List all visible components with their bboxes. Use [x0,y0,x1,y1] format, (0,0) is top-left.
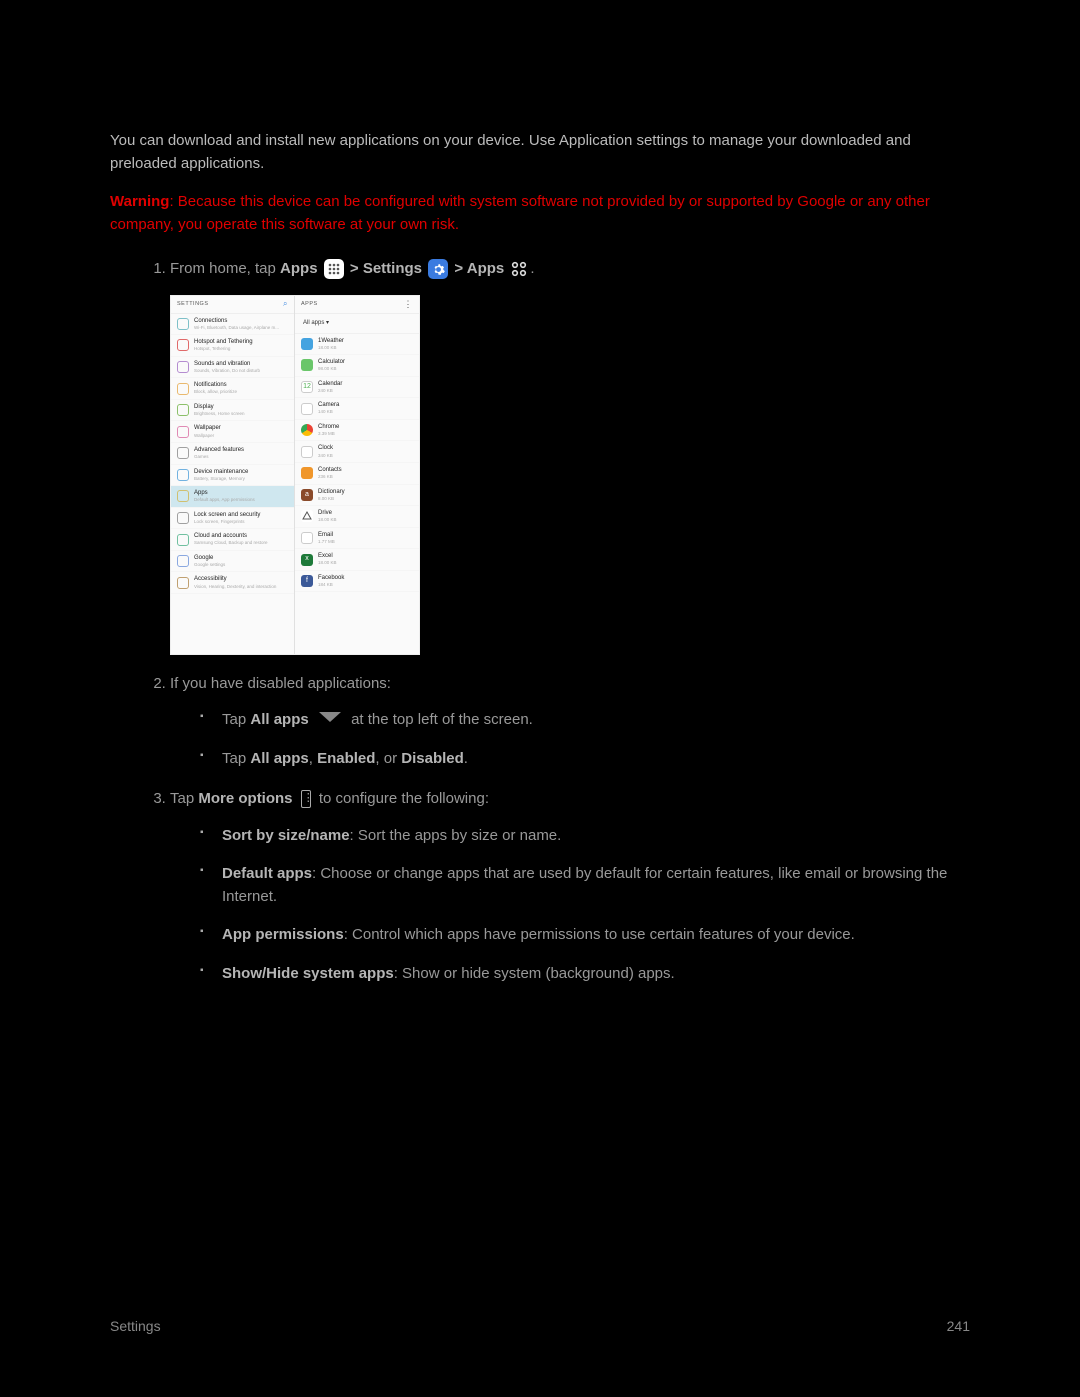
step-2b: Tap All apps, Enabled, or Disabled. [206,748,970,771]
step-3-item: Show/Hide system apps: Show or hide syst… [206,963,970,986]
app-row: 1Weather18.00 KB [295,334,419,356]
settings-gear-icon [428,259,448,279]
step-2: If you have disabled applications: Tap A… [170,673,970,771]
app-row: Clock340 KB [295,441,419,463]
settings-row: GoogleGoogle settings [171,551,294,573]
footer-page: 241 [947,1316,970,1337]
settings-row: WallpaperWallpaper [171,421,294,443]
apps-grid-icon [324,259,344,279]
warning-paragraph: Warning: Because this device can be conf… [110,191,970,236]
step-3-item: App permissions: Control which apps have… [206,924,970,947]
footer-section: Settings [110,1316,161,1337]
step-3-item: Sort by size/name: Sort the apps by size… [206,825,970,848]
screenshot-settings-pane: SETTINGS⌕ ConnectionsWi-Fi, Bluetooth, D… [171,296,295,654]
warning-label: Warning [110,193,169,210]
intro-paragraph: You can download and install new applica… [110,130,970,175]
search-icon: ⌕ [283,298,288,310]
settings-row: AccessibilityVision, Hearing, Dexterity,… [171,572,294,594]
apps-4dot-icon [510,260,528,278]
settings-row: Cloud and accountsSamsung Cloud, Backup … [171,529,294,551]
settings-row: Device maintenanceBattery, Storage, Memo… [171,465,294,487]
settings-row: Lock screen and securityLock screen, Fin… [171,508,294,530]
warning-text: : Because this device can be configured … [110,193,930,233]
settings-row: AppsDefault apps, App permissions [171,486,294,508]
dropdown-triangle-icon [317,709,343,732]
app-row: Contacts236 KB [295,463,419,485]
more-icon: ⋮ [404,300,414,309]
step-2a: Tap All apps at the top left of the scre… [206,709,970,732]
settings-row: DisplayBrightness, Home screen [171,400,294,422]
settings-label: Settings [363,260,422,277]
settings-apps-screenshot: SETTINGS⌕ ConnectionsWi-Fi, Bluetooth, D… [170,295,420,655]
step-3-item: Default apps: Choose or change apps that… [206,863,970,908]
settings-row: ConnectionsWi-Fi, Bluetooth, Data usage,… [171,314,294,336]
apps-label: Apps [280,260,318,277]
step-1: From home, tap Apps > Settings > Apps . … [170,258,970,655]
steps-list: From home, tap Apps > Settings > Apps . … [110,258,970,985]
settings-row: NotificationsBlock, allow, prioritize [171,378,294,400]
apps-label-2: Apps [467,260,505,277]
app-row: Drive18.00 KB [295,506,419,528]
screenshot-apps-pane: APPS⋮ All apps ▾ 1Weather18.00 KBCalcula… [295,296,419,654]
more-options-icon [301,790,311,808]
settings-row: Hotspot and TetheringHotspot, Tethering [171,335,294,357]
app-row: 12Calendar240 KB [295,377,419,399]
app-row: Calculator98.00 KB [295,355,419,377]
app-row: aDictionary8.00 KB [295,485,419,507]
settings-row: Sounds and vibrationSounds, Vibration, D… [171,357,294,379]
app-row: Camera140 KB [295,398,419,420]
app-row: Chrome3.39 MB [295,420,419,442]
step-3: Tap More options to configure the follow… [170,788,970,985]
all-apps-dropdown: All apps ▾ [295,314,419,334]
settings-row: Advanced featuresGames [171,443,294,465]
page-footer: Settings 241 [110,1316,970,1337]
app-row: xExcel18.00 KB [295,549,419,571]
app-row: Email1.77 MB [295,528,419,550]
app-row: fFacebook184 KB [295,571,419,593]
